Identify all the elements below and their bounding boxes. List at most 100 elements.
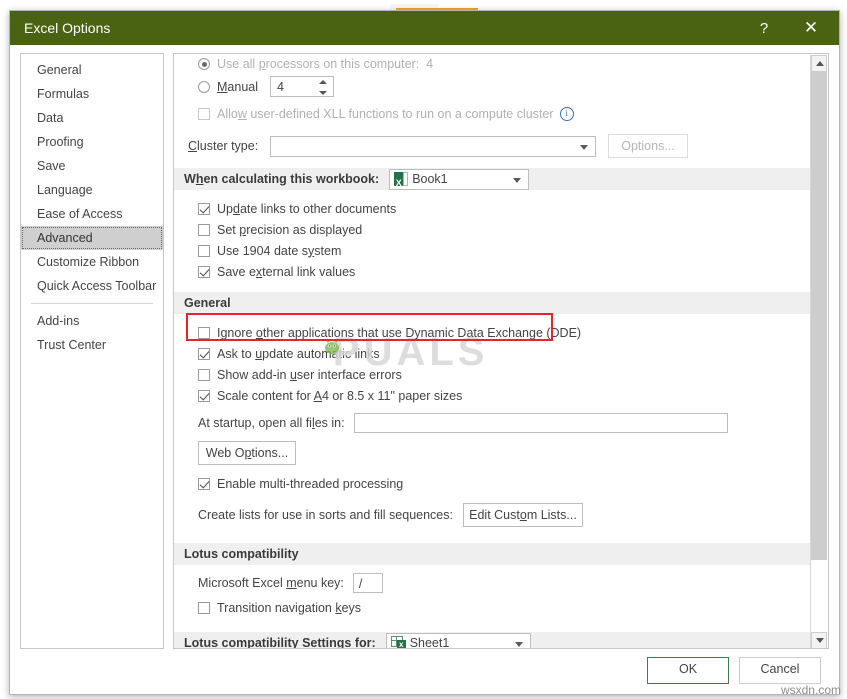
stepper-down-icon[interactable] <box>319 91 328 95</box>
sidebar-item-data[interactable]: Data <box>21 106 163 130</box>
content-scrollbar[interactable] <box>810 55 827 648</box>
lotus-sheet-scope-dropdown[interactable]: x Sheet1 <box>385 632 531 649</box>
startup-folder-label: At startup, open all files in: <box>198 416 345 430</box>
checkbox-scale-content-a4[interactable]: Scale content for A4 or 8.5 x 11" paper … <box>198 385 797 406</box>
custom-lists-label: Create lists for use in sorts and fill s… <box>198 508 453 522</box>
checkbox-indicator <box>198 347 210 360</box>
manual-processor-count-value: 4 <box>277 79 284 94</box>
sidebar-item-save[interactable]: Save <box>21 154 163 178</box>
checkbox-save-external-link-values[interactable]: Save external link values <box>198 261 797 282</box>
manual-processor-count-stepper[interactable]: 4 <box>270 76 335 97</box>
sidebar-item-ease-of-access[interactable]: Ease of Access <box>21 202 163 226</box>
sidebar-item-formulas[interactable]: Formulas <box>21 82 163 106</box>
checkbox-indicator <box>198 265 210 278</box>
checkbox-ask-to-update-automatic-links[interactable]: Ask to update automatic links <box>198 343 797 364</box>
checkbox-indicator <box>198 601 210 614</box>
sidebar-item-proofing[interactable]: Proofing <box>21 130 163 154</box>
dialog-title: Excel Options <box>24 20 111 36</box>
wsxdn-watermark: wsxdn.com <box>780 683 841 697</box>
checkbox-enable-multithreaded-processing-label: Enable multi-threaded processing <box>217 476 404 491</box>
scroll-up-button[interactable] <box>811 55 827 72</box>
checkbox-indicator <box>198 368 210 381</box>
info-icon[interactable]: i <box>559 106 574 121</box>
checkbox-save-external-link-values-label: Save external link values <box>217 264 356 279</box>
help-icon[interactable]: ? <box>744 11 784 45</box>
scrollbar-thumb[interactable] <box>811 72 827 560</box>
radio-manual[interactable]: Manual 4 <box>198 76 797 97</box>
excel-menu-key-input[interactable]: / <box>352 573 383 593</box>
excel-menu-key-label: Microsoft Excel menu key: <box>198 576 344 590</box>
radio-use-all-processors-label: Use all processors on this computer: 4 <box>217 57 434 71</box>
startup-folder-input[interactable] <box>353 413 728 433</box>
scrollbar-track[interactable] <box>811 72 827 632</box>
checkbox-indicator <box>198 477 210 490</box>
checkbox-transition-navigation-keys-label: Transition navigation keys <box>217 600 362 615</box>
checkbox-transition-navigation-keys[interactable]: Transition navigation keys <box>198 597 797 618</box>
checkbox-ask-to-update-automatic-links-label: Ask to update automatic links <box>217 346 380 361</box>
web-options-button[interactable]: Web Options... <box>198 441 296 465</box>
sidebar-item-customize-ribbon[interactable]: Customize Ribbon <box>21 250 163 274</box>
cluster-type-row: Cluster type: Options... <box>188 134 797 158</box>
sidebar-item-add-ins[interactable]: Add-ins <box>21 309 163 333</box>
chevron-down-icon[interactable] <box>514 641 523 647</box>
excel-options-dialog: Excel Options ? ✕ General Formulas Data … <box>9 10 840 695</box>
custom-lists-row: Create lists for use in sorts and fill s… <box>198 503 797 527</box>
edit-custom-lists-button[interactable]: Edit Custom Lists... <box>462 503 583 527</box>
sidebar-item-trust-center[interactable]: Trust Center <box>21 333 163 357</box>
checkbox-indicator <box>198 223 210 236</box>
options-category-list: General Formulas Data Proofing Save Lang… <box>20 53 164 649</box>
checkbox-use-1904-date-system[interactable]: Use 1904 date system <box>198 240 797 261</box>
ok-button[interactable]: OK <box>647 657 729 684</box>
radio-indicator <box>198 80 210 93</box>
advanced-options-scroll-content: Use all processors on this computer: 4 M… <box>174 54 811 649</box>
cluster-type-dropdown[interactable] <box>270 135 596 157</box>
sidebar-item-advanced[interactable]: Advanced <box>21 226 163 250</box>
checkbox-update-links-label: Update links to other documents <box>217 201 397 216</box>
workbook-scope-dropdown[interactable]: Book1 <box>389 168 530 194</box>
cluster-options-button: Options... <box>608 134 688 158</box>
excel-worksheet-icon: x <box>390 636 406 648</box>
lotus-sheet-scope-value: Sheet1 <box>409 636 450 649</box>
section-when-calculating-label: When calculating this workbook: <box>184 172 380 186</box>
sidebar-divider <box>31 303 153 304</box>
close-icon[interactable]: ✕ <box>791 11 831 45</box>
stepper-up-icon[interactable] <box>319 80 328 84</box>
checkbox-indicator <box>198 202 210 215</box>
stepper-arrows[interactable] <box>319 79 328 96</box>
sidebar-item-general[interactable]: General <box>21 58 163 82</box>
checkbox-allow-xll-functions-label: Allow user-defined XLL functions to run … <box>217 106 554 121</box>
chevron-down-icon[interactable] <box>513 177 522 183</box>
startup-folder-row: At startup, open all files in: <box>198 413 797 433</box>
section-general: General <box>174 292 811 314</box>
checkbox-use-1904-date-system-label: Use 1904 date system <box>217 243 342 258</box>
checkbox-update-links[interactable]: Update links to other documents <box>198 198 797 219</box>
triangle-down-icon <box>816 638 824 643</box>
cancel-button[interactable]: Cancel <box>739 657 821 684</box>
radio-use-all-processors[interactable]: Use all processors on this computer: 4 <box>198 55 797 73</box>
checkbox-show-addin-ui-errors[interactable]: Show add-in user interface errors <box>198 364 797 385</box>
checkbox-ignore-dde-label: Ignore other applications that use Dynam… <box>217 325 582 340</box>
triangle-up-icon <box>816 61 824 66</box>
checkbox-allow-xll-functions: Allow user-defined XLL functions to run … <box>198 103 797 124</box>
radio-manual-label: Manual <box>217 79 259 94</box>
scroll-down-button[interactable] <box>811 632 827 648</box>
section-when-calculating-workbook: When calculating this workbook: Book1 <box>174 168 811 194</box>
checkbox-indicator <box>198 244 210 257</box>
checkbox-ignore-dde[interactable]: Ignore other applications that use Dynam… <box>198 322 797 343</box>
checkbox-indicator <box>198 326 210 339</box>
section-lotus-compatibility: Lotus compatibility <box>174 543 811 565</box>
sidebar-item-quick-access-toolbar[interactable]: Quick Access Toolbar <box>21 274 163 298</box>
checkbox-show-addin-ui-errors-label: Show add-in user interface errors <box>217 367 402 382</box>
checkbox-set-precision-as-displayed[interactable]: Set precision as displayed <box>198 219 797 240</box>
options-content-pane: Use all processors on this computer: 4 M… <box>173 53 829 649</box>
chevron-down-icon[interactable] <box>580 144 588 150</box>
checkbox-enable-multithreaded-processing[interactable]: Enable multi-threaded processing <box>198 473 797 494</box>
excel-menu-key-row: Microsoft Excel menu key: / <box>198 573 797 593</box>
section-lotus-settings-label: Lotus compatibility Settings for: <box>184 636 376 649</box>
checkbox-set-precision-as-displayed-label: Set precision as displayed <box>217 222 363 237</box>
dialog-titlebar: Excel Options ? ✕ <box>10 11 839 45</box>
checkbox-indicator <box>198 107 210 120</box>
section-lotus-settings-for: Lotus compatibility Settings for: x Shee… <box>174 632 811 649</box>
sidebar-item-language[interactable]: Language <box>21 178 163 202</box>
radio-indicator <box>198 58 210 70</box>
